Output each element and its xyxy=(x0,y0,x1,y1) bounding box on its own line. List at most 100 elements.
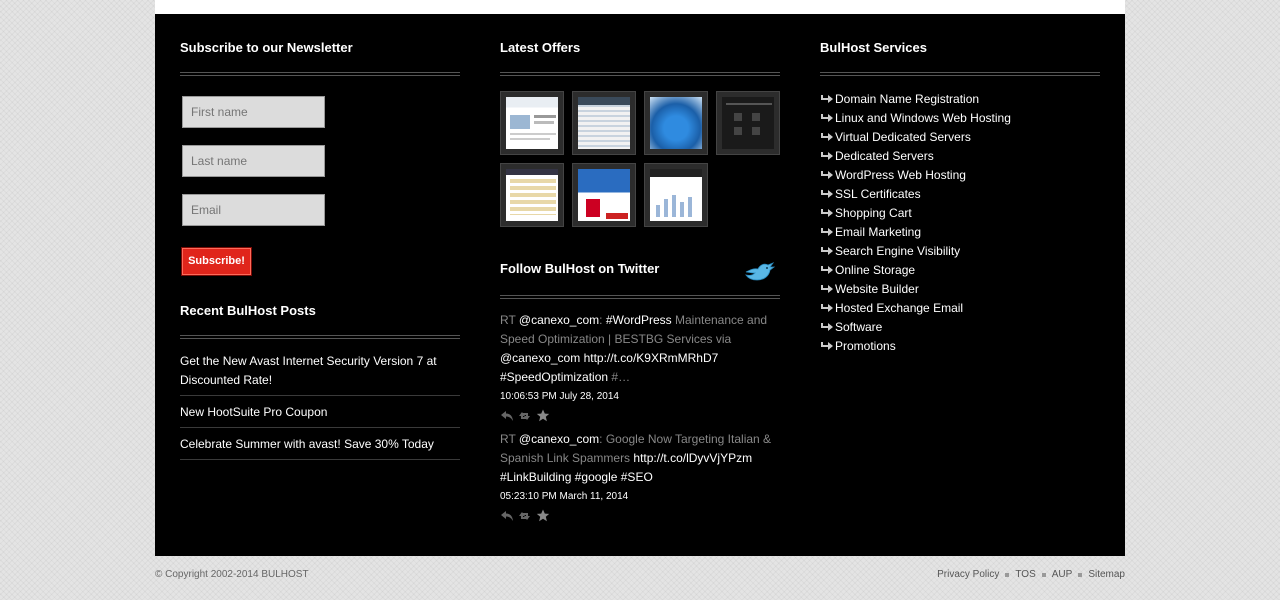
service-link[interactable]: Website Builder xyxy=(820,280,1011,299)
privacy-policy-link[interactable]: Privacy Policy xyxy=(937,569,999,580)
service-link[interactable]: Dedicated Servers xyxy=(820,147,1011,166)
arrow-icon xyxy=(821,94,833,103)
service-label: Email Marketing xyxy=(835,225,922,239)
arrow-icon xyxy=(821,303,833,312)
arrow-icon xyxy=(821,265,833,274)
tos-link[interactable]: TOS xyxy=(1015,569,1035,580)
service-link[interactable]: Virtual Dedicated Servers xyxy=(820,128,1011,147)
tweet-rt: RT xyxy=(500,432,516,446)
recent-posts-title: Recent BulHost Posts xyxy=(180,303,316,318)
hashtag-links[interactable]: #LinkBuilding #google #SEO xyxy=(500,470,653,484)
favorite-star-icon[interactable] xyxy=(536,509,550,522)
arrow-icon xyxy=(821,208,833,217)
tweet-colon: : xyxy=(599,313,603,327)
arrow-icon xyxy=(821,246,833,255)
post-link[interactable]: Celebrate Summer with avast! Save 30% To… xyxy=(180,434,460,460)
retweet-icon[interactable] xyxy=(518,510,532,522)
service-link[interactable]: Hosted Exchange Email xyxy=(820,299,1011,318)
service-link[interactable]: Shopping Cart xyxy=(820,204,1011,223)
tweet-timestamp[interactable]: 10:06:53 PM July 28, 2014 xyxy=(500,387,780,406)
divider xyxy=(500,72,780,76)
newsletter-title: Subscribe to our Newsletter xyxy=(180,40,353,55)
service-label: Virtual Dedicated Servers xyxy=(835,130,971,144)
favorite-star-icon[interactable] xyxy=(536,409,550,422)
service-label: Website Builder xyxy=(835,282,919,296)
content-area-bottom-edge xyxy=(155,0,1125,14)
arrow-icon xyxy=(821,113,833,122)
aup-link[interactable]: AUP xyxy=(1052,569,1073,580)
post-link[interactable]: Get the New Avast Internet Security Vers… xyxy=(180,351,460,396)
service-label: Software xyxy=(835,320,883,334)
service-link[interactable]: Linux and Windows Web Hosting xyxy=(820,109,1011,128)
subscribe-button[interactable]: Subscribe! xyxy=(182,248,251,275)
post-link[interactable]: New HootSuite Pro Coupon xyxy=(180,402,460,428)
offer-thumbnail[interactable] xyxy=(500,163,564,227)
tweet-user-link[interactable]: @canexo_com xyxy=(519,313,599,327)
tweet-actions xyxy=(500,406,780,425)
service-label: Shopping Cart xyxy=(835,206,912,220)
arrow-icon xyxy=(821,132,833,141)
arrow-icon xyxy=(821,170,833,179)
service-label: Domain Name Registration xyxy=(835,92,980,106)
arrow-icon xyxy=(821,189,833,198)
service-link[interactable]: Domain Name Registration xyxy=(820,90,1011,109)
arrow-icon xyxy=(821,322,833,331)
service-link[interactable]: SSL Certificates xyxy=(820,185,1011,204)
service-link[interactable]: Software xyxy=(820,318,1011,337)
service-link[interactable]: Promotions xyxy=(820,337,1011,356)
service-label: Linux and Windows Web Hosting xyxy=(835,111,1011,125)
service-label: Hosted Exchange Email xyxy=(835,301,964,315)
retweet-icon[interactable] xyxy=(518,410,532,422)
service-label: Dedicated Servers xyxy=(835,149,934,163)
tweet-colon: : xyxy=(599,432,603,446)
arrow-icon xyxy=(821,151,833,160)
divider xyxy=(180,335,460,339)
twitter-title: Follow BulHost on Twitter xyxy=(500,261,660,276)
services-list: Domain Name Registration Linux and Windo… xyxy=(820,90,1011,356)
mention-link[interactable]: @canexo_com xyxy=(500,351,580,365)
tweet: RT @canexo_com: #WordPress Maintenance a… xyxy=(500,311,780,425)
recent-posts-list: Get the New Avast Internet Security Vers… xyxy=(180,351,460,466)
copyright-text: © Copyright 2002-2014 BULHOST xyxy=(155,569,309,580)
divider xyxy=(500,295,780,299)
offer-thumbnail[interactable] xyxy=(500,91,564,155)
reply-icon[interactable] xyxy=(500,510,514,522)
tweet-timestamp[interactable]: 05:23:10 PM March 11, 2014 xyxy=(500,487,780,506)
hashtag-link[interactable]: #SpeedOptimization xyxy=(500,370,608,384)
divider xyxy=(180,72,460,76)
footer-panel: Subscribe to our Newsletter Subscribe! R… xyxy=(155,14,1125,556)
last-name-field[interactable] xyxy=(182,145,325,177)
divider xyxy=(820,72,1100,76)
service-label: SSL Certificates xyxy=(835,187,921,201)
separator xyxy=(1078,572,1083,577)
latest-offers-title: Latest Offers xyxy=(500,40,581,55)
tweet-tail: #… xyxy=(611,370,631,384)
reply-icon[interactable] xyxy=(500,410,514,422)
email-field[interactable] xyxy=(182,194,325,226)
offer-thumbnail[interactable] xyxy=(644,91,708,155)
tweet-url-link[interactable]: http://t.co/lDyvVjYPzm xyxy=(633,451,752,465)
service-link[interactable]: Online Storage xyxy=(820,261,1011,280)
offer-thumbnail[interactable] xyxy=(572,91,636,155)
offer-thumbnail[interactable] xyxy=(572,163,636,227)
service-label: WordPress Web Hosting xyxy=(835,168,966,182)
service-link[interactable]: WordPress Web Hosting xyxy=(820,166,1011,185)
separator xyxy=(1005,572,1010,577)
separator xyxy=(1041,572,1046,577)
service-label: Online Storage xyxy=(835,263,916,277)
tweet-user-link[interactable]: @canexo_com xyxy=(519,432,599,446)
first-name-field[interactable] xyxy=(182,96,325,128)
arrow-icon xyxy=(821,227,833,236)
bottom-nav: Privacy Policy TOS AUP Sitemap xyxy=(937,569,1125,580)
hashtag-link[interactable]: #WordPress xyxy=(606,313,672,327)
offer-thumbnail[interactable] xyxy=(644,163,708,227)
offer-thumbnail[interactable] xyxy=(716,91,780,155)
sitemap-link[interactable]: Sitemap xyxy=(1088,569,1125,580)
service-link[interactable]: Email Marketing xyxy=(820,223,1011,242)
tweet-actions xyxy=(500,506,780,525)
tweet-url-link[interactable]: http://t.co/K9XRmMRhD7 xyxy=(584,351,719,365)
twitter-bird-icon[interactable] xyxy=(744,260,776,284)
services-title: BulHost Services xyxy=(820,40,927,55)
service-link[interactable]: Search Engine Visibility xyxy=(820,242,1011,261)
service-label: Promotions xyxy=(835,339,896,353)
